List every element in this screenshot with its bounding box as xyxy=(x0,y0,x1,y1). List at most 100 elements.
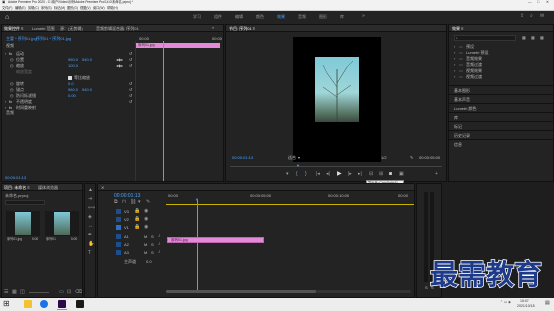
wrench-icon[interactable]: ✎ xyxy=(410,156,413,160)
rotation-value[interactable]: 0.0 xyxy=(68,82,74,86)
source-patch[interactable] xyxy=(116,217,121,222)
section-history[interactable]: 历史记录 xyxy=(449,130,553,139)
track-a3[interactable]: A3 M S ♪ xyxy=(114,249,166,256)
anchor-y-value[interactable]: 540.0 xyxy=(82,88,92,92)
hand-tool-icon[interactable]: ✋ xyxy=(88,242,94,247)
expand-icon[interactable]: › xyxy=(454,75,455,79)
step-forward-icon[interactable]: |▸ xyxy=(348,172,352,177)
type-tool-icon[interactable]: T xyxy=(88,251,91,256)
menu-item-window[interactable]: 窗口(W) xyxy=(93,6,105,10)
ec-row-time-remap[interactable]: › fx 时间重映射 xyxy=(4,105,134,111)
eye-icon[interactable]: ◉ xyxy=(144,209,148,214)
track-v3[interactable]: V3 🔒 ◉ xyxy=(114,208,166,215)
add-marker-icon[interactable]: ▾ xyxy=(286,172,289,177)
resolution-dropdown[interactable]: 1/2 xyxy=(381,156,387,160)
trash-icon[interactable]: ⌫ xyxy=(75,290,82,295)
lock-icon[interactable]: 🔒 xyxy=(134,225,140,230)
effects-search-input[interactable]: ⌕ xyxy=(454,35,516,41)
menu-item-graphics[interactable]: 图形(G) xyxy=(67,6,78,10)
section-info[interactable]: 信息 xyxy=(449,139,553,148)
menu-item-sequence[interactable]: 序列(S) xyxy=(41,6,52,10)
browser-icon[interactable] xyxy=(40,300,48,308)
work-area-bar[interactable] xyxy=(166,204,414,205)
tab-editing[interactable]: 编辑 xyxy=(235,15,243,19)
add-marker-icon[interactable]: ▾ xyxy=(138,200,141,205)
source-patch[interactable] xyxy=(116,234,121,239)
menu-item-view[interactable]: 视图(V) xyxy=(80,6,91,10)
new-bin-icon[interactable]: ▭ xyxy=(59,290,64,295)
section-lumetri-color[interactable]: Lumetri 颜色 xyxy=(449,103,553,112)
mute-button[interactable]: M xyxy=(144,234,147,239)
pen-tool-icon[interactable]: ✒ xyxy=(88,233,92,238)
go-to-out-icon[interactable]: ▸| xyxy=(358,172,362,177)
32bit-filter-icon[interactable]: ▦ xyxy=(531,36,535,40)
source-patch[interactable] xyxy=(116,225,121,230)
mark-out-icon[interactable]: } xyxy=(305,172,307,177)
anti-flicker-value[interactable]: 0.00 xyxy=(68,94,76,98)
section-markers[interactable]: 标记 xyxy=(449,121,553,130)
section-essential-graphics[interactable]: 基本图形 xyxy=(449,85,553,94)
ripple-edit-icon[interactable]: ⟺ xyxy=(88,206,95,211)
razor-tool-icon[interactable]: ◈ xyxy=(88,215,92,220)
menu-item-file[interactable]: 文件(F) xyxy=(2,6,12,10)
track-a1[interactable]: A1 M S ♪ xyxy=(114,233,166,240)
tab-source[interactable]: 源：(无剪辑) xyxy=(60,26,83,31)
reset-icon[interactable]: ↺ xyxy=(129,52,132,56)
timeline-scroll-thumb[interactable] xyxy=(166,290,316,293)
timeline-playhead[interactable] xyxy=(197,200,198,292)
expand-icon[interactable]: › xyxy=(5,52,6,56)
ec-playhead[interactable] xyxy=(163,41,164,181)
playhead-handle[interactable]: ▼ xyxy=(195,198,199,202)
share-icon[interactable]: ⇪ xyxy=(520,14,524,19)
track-v2[interactable]: V2 🔒 ◉ xyxy=(114,216,166,223)
minimize-button[interactable]: — xyxy=(528,0,532,5)
fit-chevron-icon[interactable]: ▾ xyxy=(298,156,300,160)
reset-icon[interactable]: ↺ xyxy=(129,58,132,62)
menu-item-edit[interactable]: 编辑(E) xyxy=(15,6,26,10)
program-playhead[interactable]: ▼ xyxy=(296,164,300,168)
eye-icon[interactable]: ◉ xyxy=(144,217,148,222)
export-frame-icon[interactable]: ◙ xyxy=(389,172,392,177)
expand-icon[interactable]: › xyxy=(454,63,455,67)
ec-clip-bar[interactable]: 序列01.jpg xyxy=(136,43,220,48)
source-patch[interactable] xyxy=(116,242,121,247)
menu-item-help[interactable]: 帮助(H) xyxy=(107,6,118,10)
source-patch[interactable] xyxy=(116,250,121,255)
source-patch[interactable] xyxy=(116,209,121,214)
expand-icon[interactable]: › xyxy=(454,57,455,61)
eye-icon[interactable]: ◉ xyxy=(144,225,148,230)
timeline-clip[interactable]: 序列01.jpg xyxy=(167,237,264,243)
file-explorer-icon[interactable] xyxy=(24,300,32,308)
reset-icon[interactable]: ↺ xyxy=(129,64,132,68)
tab-assembly[interactable]: 组件 xyxy=(214,15,222,19)
solo-button[interactable]: S xyxy=(151,250,154,255)
program-scrub-bar[interactable] xyxy=(230,166,442,167)
comparison-view-icon[interactable]: ▣ xyxy=(399,172,404,177)
tray-icons[interactable]: ⌃ ▭ ◈ xyxy=(500,300,511,305)
tab-audio-clip-mixer[interactable]: 音频剪辑混合器: 序列01 xyxy=(96,26,139,31)
lock-icon[interactable]: 🔒 xyxy=(134,209,140,214)
close-button[interactable]: ✕ xyxy=(546,0,549,5)
notification-center-icon[interactable]: ▤ xyxy=(545,301,550,306)
scale-value[interactable]: 100.0 xyxy=(68,64,78,68)
add-button-icon[interactable]: + xyxy=(435,172,438,177)
tab-effect-controls[interactable]: 效果控件 ≡ xyxy=(4,26,23,31)
lift-icon[interactable]: ⊟ xyxy=(369,172,373,177)
tab-color[interactable]: 颜色 xyxy=(256,15,264,19)
keyframe-nav-icon[interactable]: ◂◆▸ xyxy=(116,58,123,62)
expand-icon[interactable]: › xyxy=(454,69,455,73)
premiere-taskbar-icon[interactable] xyxy=(58,300,66,308)
tab-effects[interactable]: 效果 xyxy=(277,15,285,19)
stopwatch-icon[interactable]: ◷ xyxy=(10,64,14,68)
panel-menu-icon[interactable]: » xyxy=(212,26,214,30)
tree-item-video-transitions[interactable]: › ▭ 视频过渡 xyxy=(454,74,549,80)
icon-view-icon[interactable]: ▦ xyxy=(12,290,17,295)
extract-icon[interactable]: ⊞ xyxy=(379,172,383,177)
tab-program[interactable]: 节目: 序列01 ≡ xyxy=(229,26,255,31)
list-view-icon[interactable]: ☰ xyxy=(4,290,8,295)
snap-icon[interactable]: ⊓ xyxy=(122,200,126,205)
tab-project[interactable]: 项目: 未命名 ≡ xyxy=(4,185,30,190)
thumb-zoom-slider[interactable] xyxy=(29,292,49,293)
menu-item-marker[interactable]: 标记(M) xyxy=(54,6,65,10)
project-item-thumb-1[interactable] xyxy=(45,211,79,236)
